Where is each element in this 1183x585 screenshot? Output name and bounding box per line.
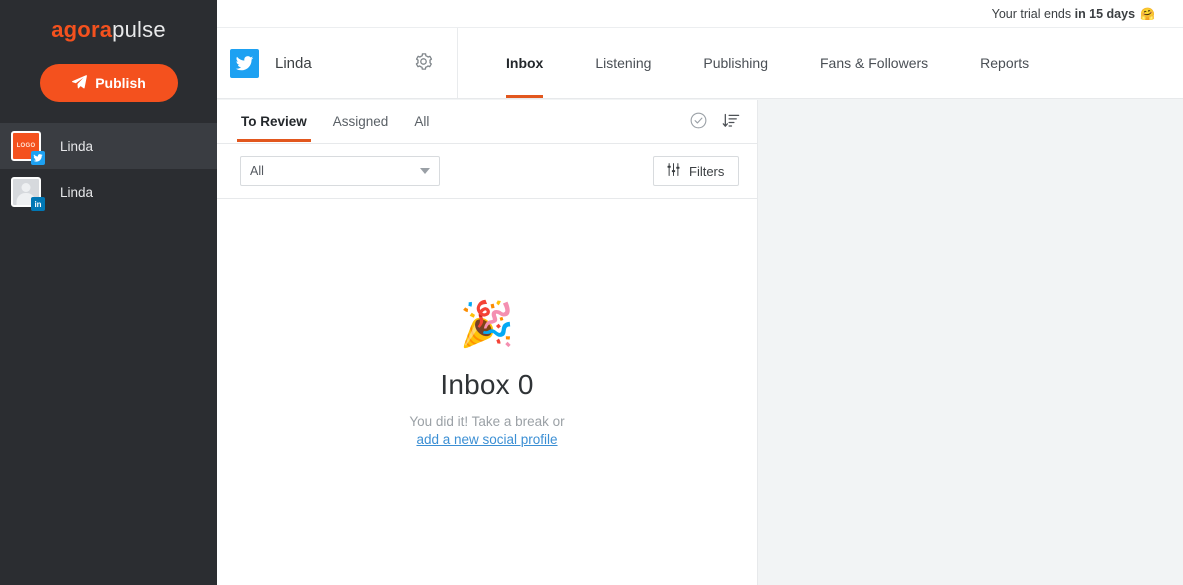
- inbox-tab-all[interactable]: All: [414, 102, 429, 142]
- sort-descending-icon: [722, 111, 741, 133]
- main-nav-tabs: Inbox Listening Publishing Fans & Follow…: [458, 28, 1055, 98]
- paper-plane-icon: [71, 74, 88, 93]
- tab-fans-followers[interactable]: Fans & Followers: [794, 28, 954, 98]
- inbox-tools: [689, 111, 741, 133]
- mark-all-reviewed-button[interactable]: [689, 111, 708, 133]
- sidebar: agora pulse Publish LOGO Linda in Linda: [0, 0, 217, 585]
- sidebar-profile-label: Linda: [60, 184, 94, 200]
- tab-publishing[interactable]: Publishing: [677, 28, 794, 98]
- settings-button[interactable]: [407, 47, 439, 79]
- party-popper-emoji-icon: 🎉: [459, 300, 515, 349]
- app-header: Linda Inbox Listening Publishing Fans & …: [217, 28, 1183, 99]
- app-logo[interactable]: agora pulse: [0, 0, 217, 60]
- publish-button-container: Publish: [0, 64, 217, 102]
- trial-notice-bar: Your trial ends in 15 days 🤗: [217, 0, 1183, 28]
- trial-notice-days: in 15 days: [1074, 6, 1136, 21]
- inbox-tab-assigned[interactable]: Assigned: [333, 102, 389, 142]
- tab-label: Reports: [980, 55, 1030, 71]
- social-profiles-list: LOGO Linda in Linda: [0, 123, 217, 215]
- add-social-profile-link[interactable]: add a new social profile: [416, 432, 557, 447]
- tab-listening[interactable]: Listening: [569, 28, 677, 98]
- sidebar-profile-twitter[interactable]: LOGO Linda: [0, 123, 217, 169]
- trial-notice-prefix: Your trial ends: [991, 6, 1075, 21]
- linkedin-badge-text: in: [34, 199, 42, 209]
- main-area: Your trial ends in 15 days 🤗 Linda Inbox…: [217, 0, 1183, 585]
- empty-state-title: Inbox 0: [440, 369, 534, 400]
- linkedin-badge-icon: in: [31, 197, 45, 211]
- filters-button[interactable]: Filters: [653, 156, 739, 186]
- inbox-tab-label: To Review: [241, 113, 307, 129]
- inbox-tab-label: All: [414, 113, 430, 129]
- tab-reports[interactable]: Reports: [954, 28, 1055, 98]
- tab-label: Inbox: [506, 55, 544, 71]
- inbox-tab-label: Assigned: [332, 113, 389, 129]
- header-profile-block[interactable]: Linda: [217, 28, 458, 98]
- check-circle-icon: [689, 111, 708, 133]
- app-root: agora pulse Publish LOGO Linda in Linda …: [0, 0, 1183, 585]
- twitter-icon: [230, 48, 259, 78]
- twitter-badge-icon: [31, 151, 45, 165]
- tab-label: Listening: [595, 55, 652, 71]
- filters-button-label: Filters: [689, 163, 725, 179]
- inbox-filter-tabs: To Review Assigned All: [217, 100, 757, 143]
- inbox-empty-state: 🎉 Inbox 0 You did it! Take a break or ad…: [217, 199, 757, 448]
- inbox-type-select-value: All: [250, 164, 264, 178]
- empty-state-subtitle: You did it! Take a break or: [409, 414, 565, 429]
- avatar: LOGO: [11, 131, 45, 165]
- tab-label: Fans & Followers: [820, 55, 929, 71]
- sort-button[interactable]: [722, 111, 741, 133]
- logo-text-agora: agora: [51, 17, 113, 42]
- trial-notice-text: Your trial ends in 15 days 🤗: [992, 7, 1155, 21]
- inbox-tab-to-review[interactable]: To Review: [237, 102, 311, 142]
- tab-inbox[interactable]: Inbox: [480, 28, 569, 98]
- sliders-icon: [666, 162, 681, 180]
- avatar-logo-text: LOGO: [16, 143, 36, 149]
- header-profile-name: Linda: [275, 54, 312, 72]
- hugging-face-emoji-icon: 🤗: [1140, 6, 1155, 21]
- logo-text-pulse: pulse: [112, 17, 166, 42]
- sidebar-profile-linkedin[interactable]: in Linda: [0, 169, 217, 215]
- tab-label: Publishing: [703, 55, 768, 71]
- publish-button-label: Publish: [95, 75, 146, 91]
- chevron-down-icon: [420, 168, 430, 174]
- gear-icon: [413, 51, 434, 75]
- publish-button[interactable]: Publish: [39, 64, 178, 102]
- avatar: in: [11, 177, 45, 211]
- inbox-panel: To Review Assigned All All Filters 🎉 Inb…: [217, 100, 758, 585]
- inbox-type-select[interactable]: All: [240, 156, 440, 186]
- sidebar-profile-label: Linda: [60, 138, 94, 154]
- inbox-filter-bar: All Filters: [217, 144, 757, 199]
